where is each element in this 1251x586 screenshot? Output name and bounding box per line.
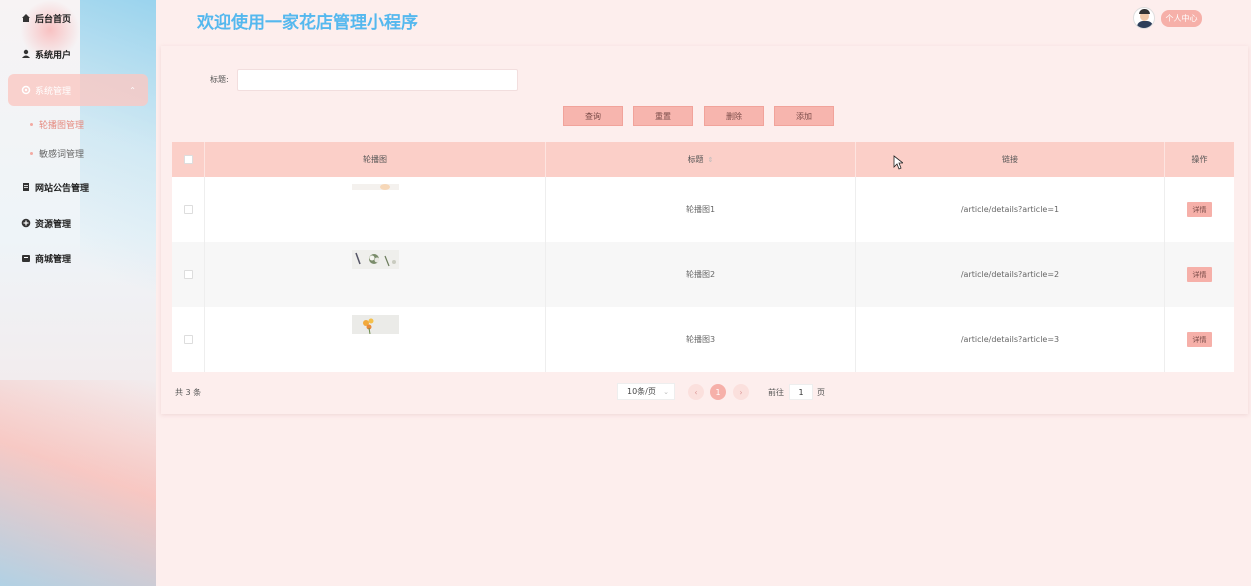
header-title[interactable]: 标题 ⇕ (546, 142, 856, 177)
chevron-right-icon: › (739, 387, 743, 397)
sidebar-subitem-label: 轮播图管理 (39, 121, 85, 131)
detail-button[interactable]: 详情 (1187, 332, 1212, 347)
title-search-input[interactable] (237, 69, 518, 91)
query-button[interactable]: 查询 (563, 106, 623, 126)
chevron-down-icon: ⌄ (663, 387, 669, 396)
top-header: 欢迎使用一家花店管理小程序 个人中心 (156, 0, 1251, 40)
settings-icon (20, 85, 31, 96)
plus-circle-icon (20, 218, 31, 229)
sort-icon[interactable]: ⇕ (708, 156, 714, 164)
title-cell: 轮播图3 (546, 307, 856, 372)
sidebar-subitem-sensitive-words[interactable]: 敏感词管理 (30, 147, 84, 160)
row-checkbox[interactable] (183, 270, 193, 279)
image-cell (205, 307, 546, 372)
table-row: 轮播图2 /article/details?article=2 详情 (172, 242, 1234, 307)
goto-page-input[interactable]: 1 (789, 384, 813, 400)
total-count: 共 3 条 (175, 388, 202, 397)
delete-button[interactable]: 删除 (704, 106, 764, 126)
goto-suffix-label: 页 (817, 388, 825, 397)
row-checkbox[interactable] (183, 335, 193, 344)
header-action: 操作 (1191, 155, 1208, 164)
header-image: 轮播图 (205, 142, 546, 177)
link-cell: /article/details?article=2 (856, 242, 1165, 307)
row-checkbox[interactable] (183, 205, 193, 214)
sidebar-item-label: 后台首页 (35, 14, 72, 25)
main-panel: 标题: 查询 重置 删除 添加 轮播图 标题 ⇕ 链接 操作 轮播图1 /art… (161, 46, 1248, 414)
sidebar: 后台首页 系统用户 系统管理 ⌃ 轮播图管理 敏感词管理 网站公告管理 资源管理… (0, 0, 156, 586)
user-icon (20, 49, 31, 60)
home-icon (20, 13, 31, 24)
sidebar-item-label: 系统用户 (35, 50, 72, 61)
sidebar-item-home[interactable]: 后台首页 (8, 2, 148, 34)
sidebar-item-system[interactable]: 系统管理 ⌃ (8, 74, 148, 106)
sidebar-subitem-carousel[interactable]: 轮播图管理 (30, 118, 84, 131)
document-icon (20, 182, 31, 193)
avatar[interactable] (1133, 7, 1155, 29)
title-cell: 轮播图2 (546, 242, 856, 307)
table-row: 轮播图3 /article/details?article=3 详情 (172, 307, 1234, 372)
sidebar-item-shop[interactable]: 商城管理 (8, 242, 148, 274)
chevron-left-icon: ‹ (694, 387, 698, 397)
detail-button[interactable]: 详情 (1187, 267, 1212, 282)
page-size-select[interactable]: 10条/页 ⌄ (617, 383, 675, 400)
page-number-button[interactable]: 1 (710, 384, 726, 400)
sidebar-item-announcements[interactable]: 网站公告管理 (8, 171, 148, 203)
mouse-cursor-icon (893, 155, 903, 170)
carousel-thumbnail (352, 250, 399, 269)
sidebar-item-label: 资源管理 (35, 219, 72, 230)
add-button[interactable]: 添加 (774, 106, 834, 126)
profile-button[interactable]: 个人中心 (1161, 10, 1202, 27)
reset-button[interactable]: 重置 (633, 106, 693, 126)
link-cell: /article/details?article=1 (856, 177, 1165, 242)
carousel-thumbnail (352, 184, 399, 190)
carousel-thumbnail (352, 315, 399, 334)
sidebar-item-label: 系统管理 (35, 86, 72, 97)
title-cell: 轮播图1 (546, 177, 856, 242)
table-header: 轮播图 标题 ⇕ 链接 操作 (172, 142, 1234, 177)
sidebar-item-users[interactable]: 系统用户 (8, 38, 148, 70)
shop-icon (20, 253, 31, 264)
detail-button[interactable]: 详情 (1187, 202, 1212, 217)
next-page-button[interactable]: › (733, 384, 749, 400)
goto-label: 前往 (768, 388, 784, 397)
prev-page-button[interactable]: ‹ (688, 384, 704, 400)
sidebar-subitem-label: 敏感词管理 (39, 150, 85, 160)
select-all-checkbox[interactable] (183, 155, 193, 164)
search-label: 标题: (210, 75, 229, 84)
header-select-cell (172, 142, 205, 177)
sidebar-item-label: 网站公告管理 (35, 183, 90, 194)
sidebar-item-label: 商城管理 (35, 254, 72, 265)
app-title: 欢迎使用一家花店管理小程序 (197, 13, 418, 33)
chevron-up-icon: ⌃ (129, 85, 136, 95)
image-cell (205, 242, 546, 307)
sidebar-item-resources[interactable]: 资源管理 (8, 207, 148, 239)
link-cell: /article/details?article=3 (856, 307, 1165, 372)
image-cell (205, 177, 546, 242)
table-row: 轮播图1 /article/details?article=1 详情 (172, 177, 1234, 242)
